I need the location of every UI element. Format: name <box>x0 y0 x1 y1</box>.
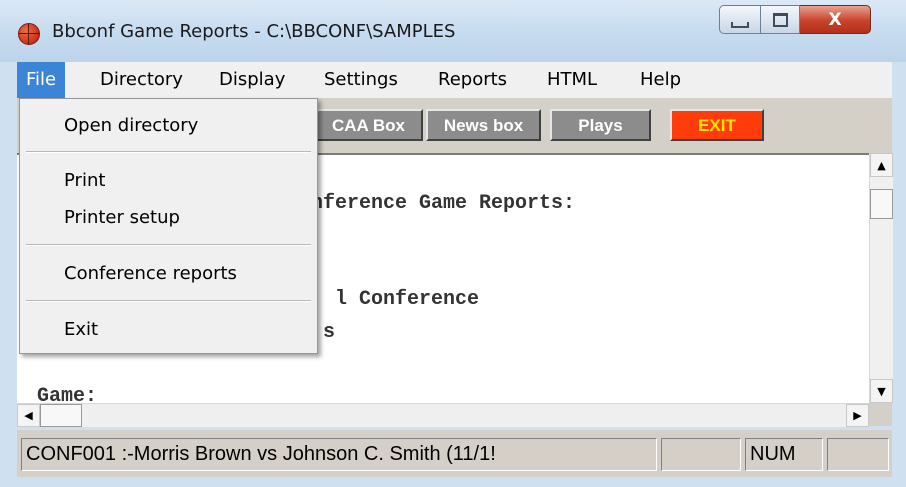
exit-item[interactable]: Exit <box>64 319 98 340</box>
menu-file[interactable]: File <box>17 62 66 98</box>
vertical-scrollbar[interactable]: ▲ ▼ <box>869 153 893 403</box>
scroll-right-icon[interactable]: ▶ <box>846 404 869 427</box>
caption-buttons: X <box>719 5 871 34</box>
file-menu-dropdown: Open directory Print Printer setup Confe… <box>19 98 318 354</box>
close-button[interactable]: X <box>800 5 871 34</box>
menu-reports[interactable]: Reports <box>429 62 516 98</box>
menu-html[interactable]: HTML <box>538 62 606 98</box>
report-line: Game: <box>37 385 98 405</box>
horizontal-scrollbar[interactable]: ◀ ▶ <box>17 403 869 427</box>
scroll-up-icon[interactable]: ▲ <box>870 153 893 177</box>
menu-bar: File Directory Display Settings Reports … <box>17 62 892 99</box>
minimize-button[interactable] <box>719 5 761 34</box>
status-panel-empty <box>661 438 741 471</box>
minimize-icon <box>731 21 749 28</box>
status-num-panel: NUM <box>745 438 823 471</box>
plays-button[interactable]: Plays <box>550 109 651 141</box>
conference-reports-item[interactable]: Conference reports <box>64 263 237 284</box>
menu-separator <box>26 244 311 246</box>
menu-separator <box>26 300 311 302</box>
printer-setup-item[interactable]: Printer setup <box>64 207 180 228</box>
report-line: s <box>323 321 336 344</box>
report-line: nference Game Reports: <box>311 192 576 215</box>
status-file-panel: CONF001 :-Morris Brown vs Johnson C. Smi… <box>21 438 657 471</box>
window-title: Bbconf Game Reports - C:\BBCONF\SAMPLES <box>52 21 456 42</box>
print-item[interactable]: Print <box>64 170 105 191</box>
close-icon: X <box>828 9 842 30</box>
title-bar[interactable]: Bbconf Game Reports - C:\BBCONF\SAMPLES … <box>0 0 906 62</box>
vertical-scroll-thumb[interactable] <box>870 189 893 219</box>
scroll-corner <box>869 403 892 426</box>
open-directory-item[interactable]: Open directory <box>64 115 198 136</box>
menu-directory[interactable]: Directory <box>91 62 192 98</box>
menu-help[interactable]: Help <box>631 62 690 98</box>
ncaa-box-button[interactable]: CAA Box <box>314 109 423 141</box>
maximize-button[interactable] <box>761 5 800 34</box>
scroll-down-icon[interactable]: ▼ <box>870 379 893 403</box>
menu-separator <box>26 151 311 153</box>
status-panel-empty <box>827 438 889 471</box>
menu-settings[interactable]: Settings <box>315 62 407 98</box>
exit-button[interactable]: EXIT <box>670 109 764 141</box>
status-bar: CONF001 :-Morris Brown vs Johnson C. Smi… <box>17 430 892 477</box>
app-window: Bbconf Game Reports - C:\BBCONF\SAMPLES … <box>0 0 906 487</box>
scroll-left-icon[interactable]: ◀ <box>17 404 40 427</box>
maximize-icon <box>772 12 788 27</box>
basketball-icon[interactable] <box>18 23 40 45</box>
news-box-button[interactable]: News box <box>426 109 541 141</box>
horizontal-scroll-thumb[interactable] <box>40 404 82 427</box>
report-line: l Conference <box>335 288 480 311</box>
menu-display[interactable]: Display <box>210 62 294 98</box>
